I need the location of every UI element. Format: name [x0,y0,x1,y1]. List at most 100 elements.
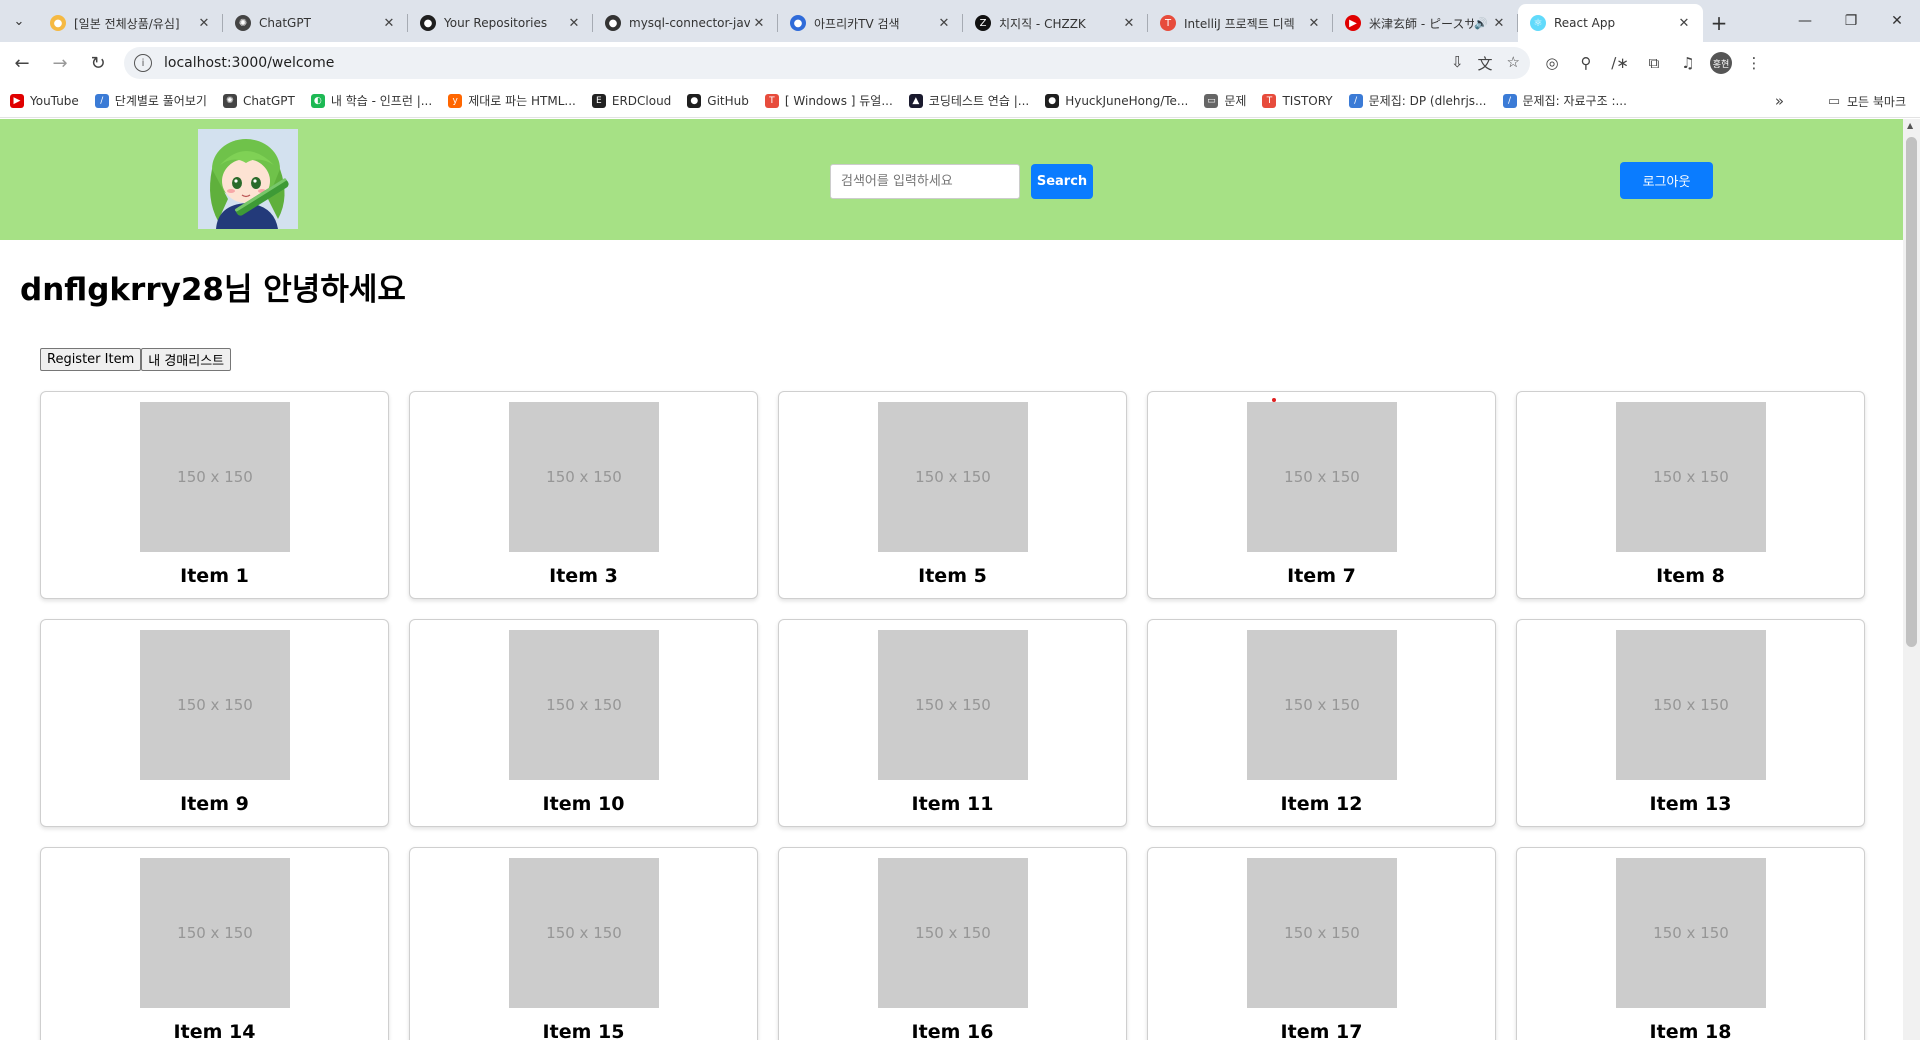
item-image-placeholder[interactable]: 150 x 150 [1616,858,1766,1008]
item-actions: Register Item 내 경매리스트 [40,348,232,371]
regex-extension-icon[interactable]: ∕∗ [1608,51,1632,75]
tab-close-icon[interactable]: ✕ [1675,16,1693,31]
minimize-icon[interactable]: — [1782,0,1828,42]
bookmark-favicon-icon: T [1262,93,1277,108]
restore-icon[interactable]: ❐ [1828,0,1874,42]
browser-tab[interactable]: ● [일본 전체상품/유심] ✕ [38,4,223,42]
item-card[interactable]: 150 x 150 Item 15 [409,847,758,1040]
bookmark-item[interactable]: T [ Windows ] 듀얼... [764,92,893,109]
page-scrollbar[interactable]: ▲ [1903,119,1920,1040]
item-image-placeholder[interactable]: 150 x 150 [140,402,290,552]
item-card[interactable]: 150 x 150 Item 9 [40,619,389,827]
item-card[interactable]: 150 x 150 Item 11 [778,619,1127,827]
item-card[interactable]: 150 x 150 Item 14 [40,847,389,1040]
item-image-placeholder[interactable]: 150 x 150 [140,858,290,1008]
extensions-puzzle-icon[interactable]: ⧉ [1642,51,1666,75]
tab-close-icon[interactable]: ✕ [1305,16,1323,31]
browser-tab[interactable]: ⚛ React App ✕ [1518,4,1703,42]
item-image-placeholder[interactable]: 150 x 150 [1247,630,1397,780]
item-card[interactable]: 150 x 150 Item 8 [1516,391,1865,599]
bookmark-item[interactable]: y 제대로 파는 HTML... [448,92,576,109]
bookmark-item[interactable]: ▶ YouTube [10,93,79,108]
tab-close-icon[interactable]: ✕ [1120,16,1138,31]
bookmark-item[interactable]: E ERDCloud [591,93,671,108]
item-image-placeholder[interactable]: 150 x 150 [509,402,659,552]
site-info-icon[interactable]: i [134,54,152,72]
bookmark-item[interactable]: ● HyuckJuneHong/Te... [1045,93,1188,108]
tab-search-chevron-icon[interactable]: ⌄ [0,0,38,42]
tab-favicon-icon: ● [605,15,621,31]
tab-close-icon[interactable]: ✕ [380,16,398,31]
tab-favicon-icon: ● [50,15,66,31]
forward-arrow-icon[interactable]: → [44,47,76,79]
new-tab-plus-icon[interactable]: + [1703,4,1735,42]
my-auction-list-button[interactable]: 내 경매리스트 [141,348,232,371]
item-card[interactable]: 150 x 150 Item 3 [409,391,758,599]
tab-close-icon[interactable]: ✕ [750,16,768,31]
browser-tab[interactable]: ● mysql-connector-java ✕ [593,4,778,42]
item-card[interactable]: 150 x 150 Item 18 [1516,847,1865,1040]
tab-close-icon[interactable]: ✕ [565,16,583,31]
tab-close-icon[interactable]: ✕ [1490,16,1508,31]
bookmark-item[interactable]: ◐ 내 학습 - 인프런 |... [310,92,432,109]
scrollbar-thumb[interactable] [1906,137,1917,647]
close-window-icon[interactable]: ✕ [1874,0,1920,42]
install-app-icon[interactable]: ⇩ [1451,53,1464,74]
globe-extension-icon[interactable]: ◎ [1540,51,1564,75]
browser-menu-kebab-icon[interactable]: ⋮ [1742,51,1766,75]
url-text[interactable]: localhost:3000/welcome [164,55,1451,71]
bookmark-item[interactable]: ▲ 코딩테스트 연습 |... [908,92,1029,109]
browser-tab[interactable]: ✺ ChatGPT ✕ [223,4,408,42]
item-image-placeholder[interactable]: 150 x 150 [1247,402,1397,552]
item-image-placeholder[interactable]: 150 x 150 [1616,630,1766,780]
tab-close-icon[interactable]: ✕ [195,16,213,31]
logout-button[interactable]: 로그아웃 [1620,162,1713,199]
browser-tab[interactable]: ● 아프리카TV 검색 ✕ [778,4,963,42]
register-item-button[interactable]: Register Item [40,348,142,371]
item-image-placeholder[interactable]: 150 x 150 [878,858,1028,1008]
item-image-placeholder[interactable]: 150 x 150 [509,630,659,780]
bookmark-item[interactable]: ● GitHub [687,93,749,108]
bookmark-item[interactable]: / 문제집: 자료구조 :... [1502,92,1627,109]
browser-tab[interactable]: ▶ 米津玄師 - ピースサイン🔊✕ [1333,4,1518,42]
item-title: Item 11 [911,793,994,815]
all-bookmarks-folder[interactable]: ▭ 모든 북마크 [1827,93,1906,110]
item-card[interactable]: 150 x 150 Item 13 [1516,619,1865,827]
item-image-placeholder[interactable]: 150 x 150 [140,630,290,780]
item-card[interactable]: 150 x 150 Item 1 [40,391,389,599]
browser-tab[interactable]: Z 치지직 - CHZZK ✕ [963,4,1148,42]
bookmark-star-icon[interactable]: ☆ [1507,53,1520,74]
more-bookmarks-chevron-icon[interactable]: » [1775,92,1784,110]
scroll-up-arrow-icon[interactable]: ▲ [1907,121,1913,130]
bookmark-item[interactable]: T TISTORY [1262,93,1333,108]
bookmark-item[interactable]: / 단계별로 풀어보기 [94,92,207,109]
reload-icon[interactable]: ↻ [82,47,114,79]
translate-icon[interactable]: 文 [1478,53,1493,74]
item-image-placeholder[interactable]: 150 x 150 [878,630,1028,780]
item-card[interactable]: 150 x 150 Item 16 [778,847,1127,1040]
tab-audio-speaker-icon[interactable]: 🔊 [1474,17,1490,30]
search-extension-icon[interactable]: ⚲ [1574,51,1598,75]
tab-close-icon[interactable]: ✕ [935,16,953,31]
item-card[interactable]: 150 x 150 Item 12 [1147,619,1496,827]
item-card[interactable]: 150 x 150 Item 5 [778,391,1127,599]
item-card[interactable]: 150 x 150 Item 7 [1147,391,1496,599]
profile-avatar[interactable]: 홍현 [1710,52,1732,74]
address-bar[interactable]: i localhost:3000/welcome ⇩ 文 ☆ [124,47,1530,79]
item-image-placeholder[interactable]: 150 x 150 [509,858,659,1008]
bookmark-item[interactable]: ▭ 문제 [1204,92,1246,109]
bookmark-item[interactable]: / 문제집: DP (dlehrjs... [1348,92,1487,109]
browser-tab[interactable]: T IntelliJ 프로젝트 디렉 ✕ [1148,4,1333,42]
item-card[interactable]: 150 x 150 Item 17 [1147,847,1496,1040]
browser-tab[interactable]: ● Your Repositories ✕ [408,4,593,42]
item-card[interactable]: 150 x 150 Item 10 [409,619,758,827]
search-button[interactable]: Search [1031,164,1093,199]
media-control-icon[interactable]: ♫ [1676,51,1700,75]
back-arrow-icon[interactable]: ← [6,47,38,79]
avatar-logo-image[interactable] [198,129,298,229]
item-image-placeholder[interactable]: 150 x 150 [1616,402,1766,552]
search-input[interactable] [830,164,1020,199]
item-image-placeholder[interactable]: 150 x 150 [878,402,1028,552]
item-image-placeholder[interactable]: 150 x 150 [1247,858,1397,1008]
bookmark-item[interactable]: ✺ ChatGPT [222,93,295,108]
